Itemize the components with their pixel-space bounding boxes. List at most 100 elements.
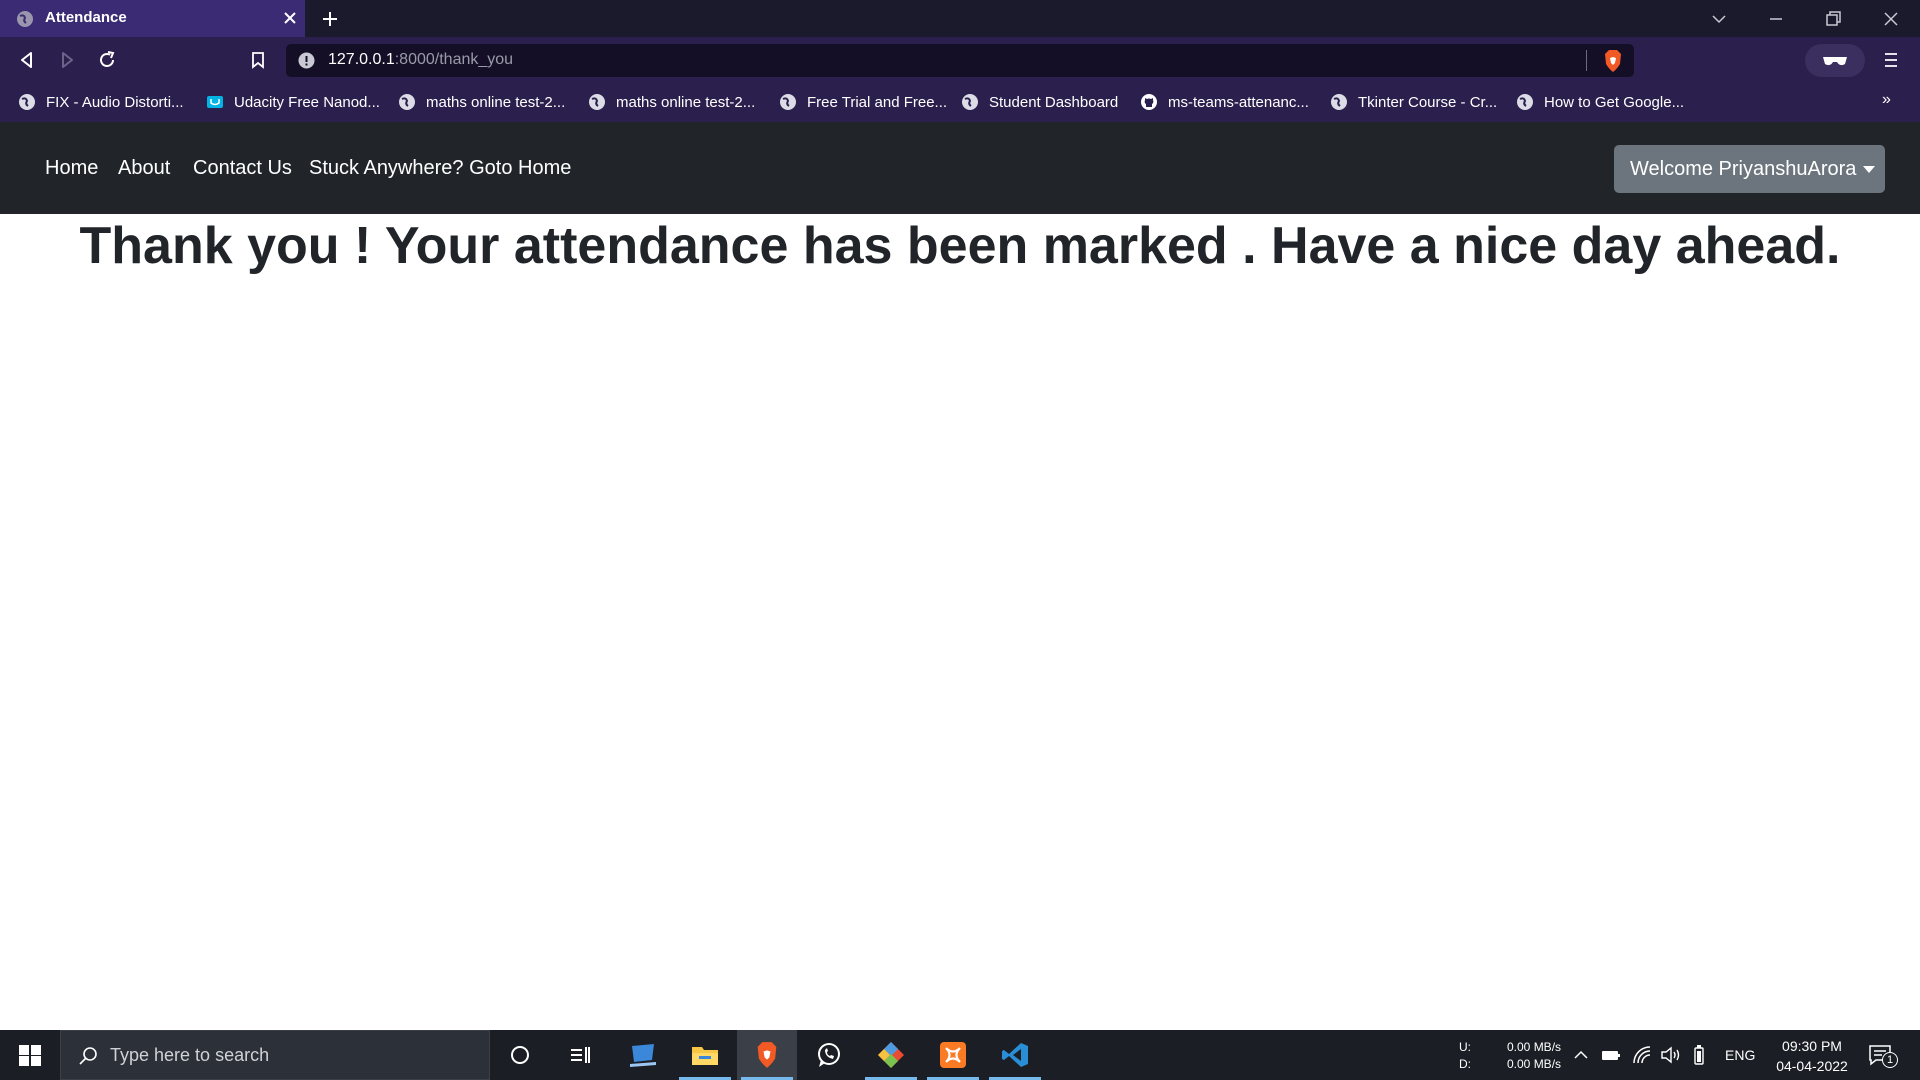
remote-desktop-icon xyxy=(630,1044,656,1067)
taskbar-app-vscode[interactable] xyxy=(985,1030,1045,1080)
bookmark-icon[interactable] xyxy=(247,49,269,71)
brave-icon xyxy=(757,1042,777,1068)
nav-goto-home-link[interactable]: Stuck Anywhere? Goto Home xyxy=(309,157,571,180)
bookmark-label: Tkinter Course - Cr... xyxy=(1358,93,1498,111)
info-icon[interactable] xyxy=(298,52,315,69)
bookmark-item[interactable]: ms-teams-attenanc... xyxy=(1140,91,1309,113)
forward-icon[interactable] xyxy=(56,49,78,71)
globe-icon xyxy=(962,94,978,110)
globe-icon xyxy=(780,94,796,110)
url-text: 127.0.0.1:8000/thank_you xyxy=(328,51,513,69)
notification-center-button[interactable]: 1 xyxy=(1868,1042,1898,1070)
globe-icon xyxy=(19,94,35,110)
tab-attendance[interactable]: Attendance xyxy=(0,0,305,37)
battery-saver-icon[interactable] xyxy=(1601,1046,1621,1064)
windows-logo-icon xyxy=(19,1045,41,1066)
bookmark-label: FIX - Audio Distorti... xyxy=(46,93,184,111)
taskbar-app-explorer[interactable] xyxy=(675,1030,735,1080)
nav-about-link[interactable]: About xyxy=(118,157,170,180)
welcome-label: Welcome PriyanshuArora xyxy=(1630,157,1857,180)
volume-icon[interactable] xyxy=(1660,1045,1682,1065)
bookmarks-overflow-button[interactable]: » xyxy=(1882,91,1891,109)
clock-time: 09:30 PM xyxy=(1782,1038,1842,1054)
bookmark-item[interactable]: Udacity Free Nanod... xyxy=(206,91,380,113)
battery-icon[interactable] xyxy=(1693,1044,1705,1066)
bookmark-label: ms-teams-attenanc... xyxy=(1168,93,1309,111)
vscode-icon xyxy=(1002,1043,1028,1067)
cortana-icon xyxy=(511,1046,529,1064)
globe-icon xyxy=(1331,94,1347,110)
restore-icon[interactable] xyxy=(1822,8,1844,30)
taskbar-search-box[interactable]: Type here to search xyxy=(60,1030,490,1080)
plus-icon[interactable] xyxy=(319,8,341,30)
clock-date: 04-04-2022 xyxy=(1776,1058,1848,1074)
task-view-button[interactable] xyxy=(550,1030,610,1080)
tab-strip: Attendance xyxy=(0,0,1920,37)
address-bar[interactable]: 127.0.0.1:8000/thank_you xyxy=(286,44,1634,77)
task-view-icon xyxy=(571,1047,590,1063)
clock[interactable]: 09:30 PM 04-04-2022 xyxy=(1762,1036,1862,1076)
notification-badge: 1 xyxy=(1882,1052,1898,1068)
wifi-icon[interactable] xyxy=(1632,1045,1652,1065)
globe-icon xyxy=(17,11,33,27)
bookmarks-bar: FIX - Audio Distorti... Udacity Free Nan… xyxy=(0,83,1920,122)
net-down-label: D: xyxy=(1459,1057,1471,1071)
url-path: :8000/thank_you xyxy=(394,51,514,68)
bookmark-item[interactable]: Student Dashboard xyxy=(961,91,1118,113)
close-icon[interactable] xyxy=(281,9,299,27)
taskbar-app-whatsapp[interactable] xyxy=(799,1030,859,1080)
search-icon xyxy=(79,1047,97,1065)
reader-mode-button[interactable] xyxy=(1805,44,1865,77)
bookmark-item[interactable]: FIX - Audio Distorti... xyxy=(18,91,184,113)
search-placeholder: Type here to search xyxy=(110,1045,270,1065)
bookmark-label: How to Get Google... xyxy=(1544,93,1685,111)
browser-chrome: Attendance 127.0.0.1:8000/thank_you FIX … xyxy=(0,0,1920,122)
language-indicator[interactable]: ENG xyxy=(1725,1047,1755,1063)
chevron-up-icon[interactable] xyxy=(1573,1047,1589,1063)
brave-shield-icon[interactable] xyxy=(1602,49,1624,73)
bookmark-label: Free Trial and Free... xyxy=(807,93,948,111)
start-button[interactable] xyxy=(0,1030,60,1080)
net-up-label: U: xyxy=(1459,1040,1471,1054)
minimize-icon[interactable] xyxy=(1765,8,1787,30)
git-icon xyxy=(878,1042,904,1068)
windows-taskbar: Type here to search U: D: 0.00 MB/s 0.00… xyxy=(0,1030,1920,1080)
udacity-icon xyxy=(207,96,223,108)
divider xyxy=(1586,50,1587,71)
user-dropdown-button[interactable]: Welcome PriyanshuArora xyxy=(1614,145,1885,193)
close-window-icon[interactable] xyxy=(1880,8,1902,30)
github-icon xyxy=(1141,94,1157,110)
url-host: 127.0.0.1 xyxy=(328,51,395,68)
cortana-button[interactable] xyxy=(490,1030,550,1080)
bookmark-item[interactable]: Free Trial and Free... xyxy=(779,91,947,113)
thank-you-message: Thank you ! Your attendance has been mar… xyxy=(79,217,1841,275)
menu-icon[interactable] xyxy=(1880,49,1902,71)
taskbar-app-xampp[interactable] xyxy=(923,1030,983,1080)
tab-title: Attendance xyxy=(45,9,127,26)
whatsapp-icon xyxy=(818,1043,840,1067)
bookmark-label: Udacity Free Nanod... xyxy=(234,93,380,111)
taskbar-app-remote[interactable] xyxy=(613,1030,673,1080)
glasses-icon xyxy=(1823,57,1847,66)
net-down-speed: 0.00 MB/s xyxy=(1507,1057,1562,1071)
bookmark-item[interactable]: maths online test-2... xyxy=(588,91,755,113)
bookmark-item[interactable]: Tkinter Course - Cr... xyxy=(1330,91,1497,113)
bookmark-item[interactable]: maths online test-2... xyxy=(398,91,565,113)
folder-icon xyxy=(692,1047,718,1065)
bookmark-label: Student Dashboard xyxy=(989,93,1119,111)
net-up-speed: 0.00 MB/s xyxy=(1507,1040,1562,1054)
xampp-icon xyxy=(940,1042,966,1068)
globe-icon xyxy=(589,94,605,110)
nav-contact-link[interactable]: Contact Us xyxy=(193,157,292,180)
reload-icon[interactable] xyxy=(96,49,118,71)
back-icon[interactable] xyxy=(16,49,38,71)
caret-down-icon xyxy=(1863,165,1876,173)
taskbar-app-git[interactable] xyxy=(861,1030,921,1080)
globe-icon xyxy=(1517,94,1533,110)
nav-home-link[interactable]: Home xyxy=(45,157,98,180)
globe-icon xyxy=(399,94,415,110)
bookmark-item[interactable]: How to Get Google... xyxy=(1516,91,1684,113)
taskbar-app-brave[interactable] xyxy=(737,1030,797,1080)
bookmark-label: maths online test-2... xyxy=(426,93,566,111)
chevron-down-icon[interactable] xyxy=(1708,8,1730,30)
